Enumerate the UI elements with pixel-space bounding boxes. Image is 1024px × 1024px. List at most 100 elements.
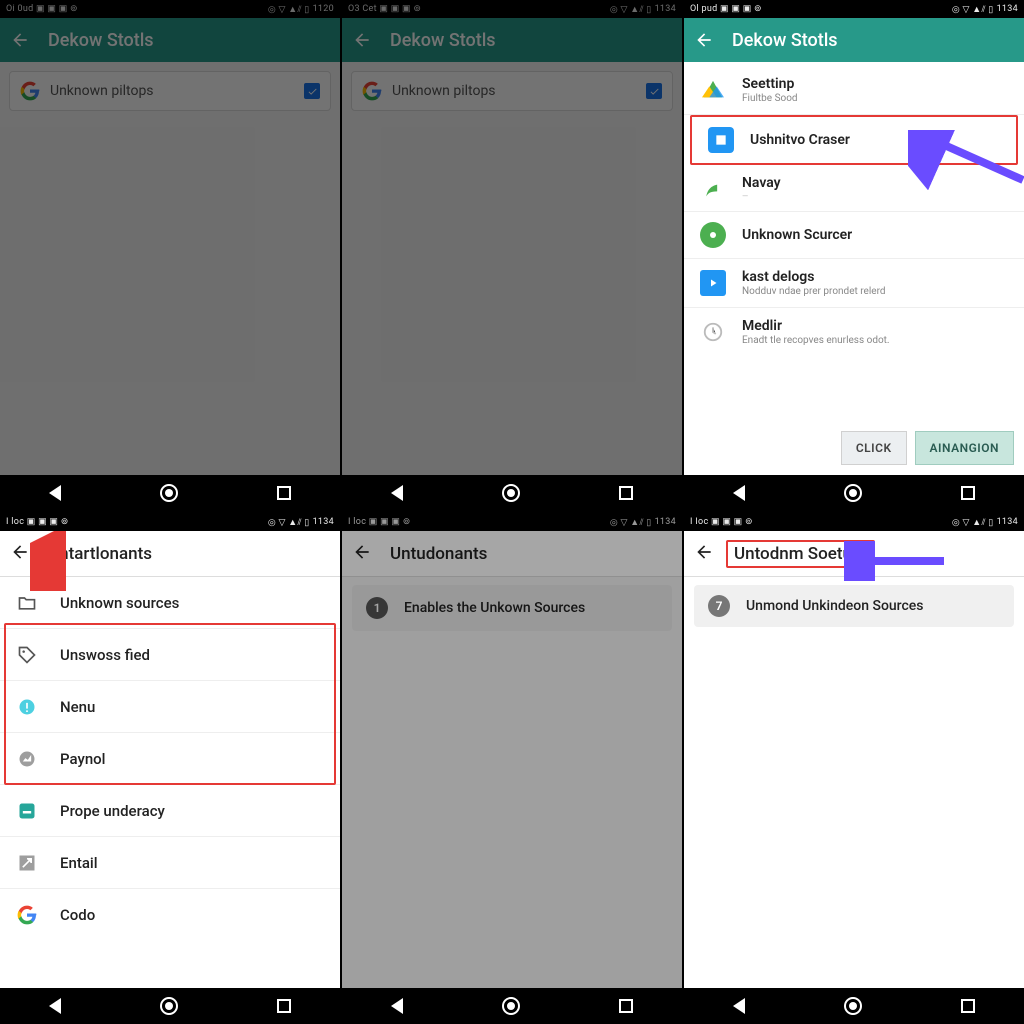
click-button[interactable]: CLICK: [841, 431, 907, 465]
nav-bar: [0, 988, 340, 1024]
status-bar: Oi 0ud ▣ ▣ ▣ ⊚ ◎ ▽ ▲⫽ ▯ 1120: [0, 0, 340, 18]
nav-recent-icon[interactable]: [619, 999, 633, 1013]
nav-home-icon[interactable]: [502, 997, 520, 1015]
setting-row-seetting[interactable]: Seettinp Fiultbe Sood: [684, 66, 1024, 115]
square-arrow-icon: [700, 270, 726, 296]
header-title: Untartlonants: [48, 544, 152, 564]
nav-recent-icon[interactable]: [961, 999, 975, 1013]
content-area: Unknown sources Unswoss fied Nenu Paynol…: [0, 577, 340, 988]
search-chip-text: Unknown piltops: [392, 83, 496, 99]
list-item-label: Entail: [60, 854, 98, 872]
nav-home-icon[interactable]: [844, 484, 862, 502]
back-icon[interactable]: [10, 542, 30, 566]
nav-back-icon[interactable]: [733, 485, 745, 501]
nav-home-icon[interactable]: [502, 484, 520, 502]
nav-recent-icon[interactable]: [277, 486, 291, 500]
content-area: 1 Enables the Unkown Sources: [342, 577, 682, 988]
ainangion-button[interactable]: AINANGION: [915, 431, 1014, 465]
list-item-label: Codo: [60, 906, 95, 924]
nav-home-icon[interactable]: [160, 484, 178, 502]
list-item-label: Paynol: [60, 750, 106, 768]
circle-cyan-icon: [16, 696, 38, 718]
clock-icon: [700, 319, 726, 345]
item-label: Enables the Unkown Sources: [404, 600, 585, 616]
nav-home-icon[interactable]: [160, 997, 178, 1015]
search-suggestion-chip[interactable]: Unknown piltops: [351, 71, 673, 111]
step-number-badge: 7: [708, 595, 730, 617]
search-suggestion-chip[interactable]: Unknown piltops: [9, 71, 331, 111]
check-icon: [646, 83, 662, 99]
panel-1: Oi 0ud ▣ ▣ ▣ ⊚ ◎ ▽ ▲⫽ ▯ 1120 Dekow Stotl…: [0, 0, 340, 511]
app-title: Dekow Stotls: [732, 30, 838, 51]
nav-back-icon[interactable]: [391, 998, 403, 1014]
panel-6: I Ioc ▣ ▣ ▣ ⊚ ◎ ▽ ▲⫽ ▯ 1134 Untodnm Soet…: [684, 513, 1024, 1024]
back-icon[interactable]: [694, 30, 714, 50]
content-area: Unknown piltops: [342, 62, 682, 475]
panel-4: I loc ▣ ▣ ▣ ⊚ ◎ ▽ ▲⫽ ▯ 1134 Untartlonant…: [0, 513, 340, 1024]
setting-sub: —: [742, 192, 781, 201]
header-title: Untodnm Soeturs: [726, 540, 875, 568]
nav-recent-icon[interactable]: [619, 486, 633, 500]
settings-list: Seettinp Fiultbe Sood Ushnitvo Craser Na…: [684, 62, 1024, 356]
unknown-sources-item[interactable]: 7 Unmond Unkindeon Sources: [694, 585, 1014, 627]
app-bar: Dekow Stotls: [342, 18, 682, 62]
setting-label: Navay: [742, 175, 781, 191]
nav-bar: [342, 475, 682, 511]
footer-buttons: CLICK AINANGION: [841, 431, 1014, 465]
setting-row-medlir[interactable]: Medlir Enadt tle recopves enurless odot.: [684, 308, 1024, 356]
header-title: Untudonants: [390, 544, 487, 564]
step-number-badge: 1: [366, 597, 388, 619]
list-header: Untartlonants: [0, 531, 340, 577]
back-icon[interactable]: [352, 542, 372, 566]
status-bar: I loc ▣ ▣ ▣ ⊚ ◎ ▽ ▲⫽ ▯ 1134: [342, 513, 682, 531]
content-area: 7 Unmond Unkindeon Sources: [684, 577, 1024, 988]
setting-label: Medlir: [742, 318, 890, 334]
setting-label: kast delogs: [742, 269, 886, 285]
status-bar: I loc ▣ ▣ ▣ ⊚ ◎ ▽ ▲⫽ ▯ 1134: [0, 513, 340, 531]
list-item-unknown-sources[interactable]: Unknown sources: [0, 577, 340, 629]
google-logo-icon: [20, 81, 40, 101]
list-item-nenu[interactable]: Nenu: [0, 681, 340, 733]
app-bar: Dekow Stotls: [0, 18, 340, 62]
list-item-label: Unswoss fied: [60, 646, 150, 664]
nav-recent-icon[interactable]: [277, 999, 291, 1013]
setting-row-nawvay[interactable]: Navay —: [684, 165, 1024, 212]
list-item-label: Prope underacy: [60, 802, 165, 820]
setting-sub: Enadt tle recopves enurless odot.: [742, 335, 890, 346]
setting-sub: Nodduv ndae prer prondet relerd: [742, 286, 886, 297]
nav-home-icon[interactable]: [844, 997, 862, 1015]
setting-row-ushnitvo[interactable]: Ushnitvo Craser: [690, 115, 1018, 165]
list-item-unswoss[interactable]: Unswoss fied: [0, 629, 340, 681]
nav-back-icon[interactable]: [733, 998, 745, 1014]
list-item-label: Nenu: [60, 698, 95, 716]
back-icon[interactable]: [10, 30, 30, 50]
check-icon: [304, 83, 320, 99]
content-area: Unknown piltops: [0, 62, 340, 475]
nav-back-icon[interactable]: [49, 485, 61, 501]
nav-back-icon[interactable]: [49, 998, 61, 1014]
unknown-sources-toggle-item[interactable]: 1 Enables the Unkown Sources: [352, 585, 672, 631]
search-chip-text: Unknown piltops: [50, 83, 154, 99]
app-title: Dekow Stotls: [48, 30, 154, 51]
list-item-codo[interactable]: Codo: [0, 889, 340, 941]
square-blue-icon: [708, 127, 734, 153]
list-header: Untodnm Soeturs: [684, 531, 1024, 577]
list-item-entail[interactable]: Entail: [0, 837, 340, 889]
setting-row-unknown-sources[interactable]: Unknown Scurcer: [684, 212, 1024, 259]
nav-back-icon[interactable]: [391, 485, 403, 501]
setting-label: Ushnitvo Craser: [750, 132, 850, 148]
status-bar: Ol pud ▣ ▣ ▣ ⊚ ◎ ▽ ▲⫽ ▯ 1134: [684, 0, 1024, 18]
setting-sub: Fiultbe Sood: [742, 93, 798, 104]
folder-outline-icon: [16, 592, 38, 614]
content-area: Seettinp Fiultbe Sood Ushnitvo Craser Na…: [684, 62, 1024, 475]
setting-row-kast[interactable]: kast delogs Nodduv ndae prer prondet rel…: [684, 259, 1024, 308]
arrow-box-icon: [16, 852, 38, 874]
back-icon[interactable]: [352, 30, 372, 50]
back-icon[interactable]: [694, 542, 714, 566]
list-item-prope[interactable]: Prope underacy: [0, 785, 340, 837]
nav-recent-icon[interactable]: [961, 486, 975, 500]
panel-5: I loc ▣ ▣ ▣ ⊚ ◎ ▽ ▲⫽ ▯ 1134 Untudonants …: [342, 513, 682, 1024]
nav-bar: [684, 988, 1024, 1024]
list-item-paynol[interactable]: Paynol: [0, 733, 340, 785]
chart-icon: [16, 748, 38, 770]
